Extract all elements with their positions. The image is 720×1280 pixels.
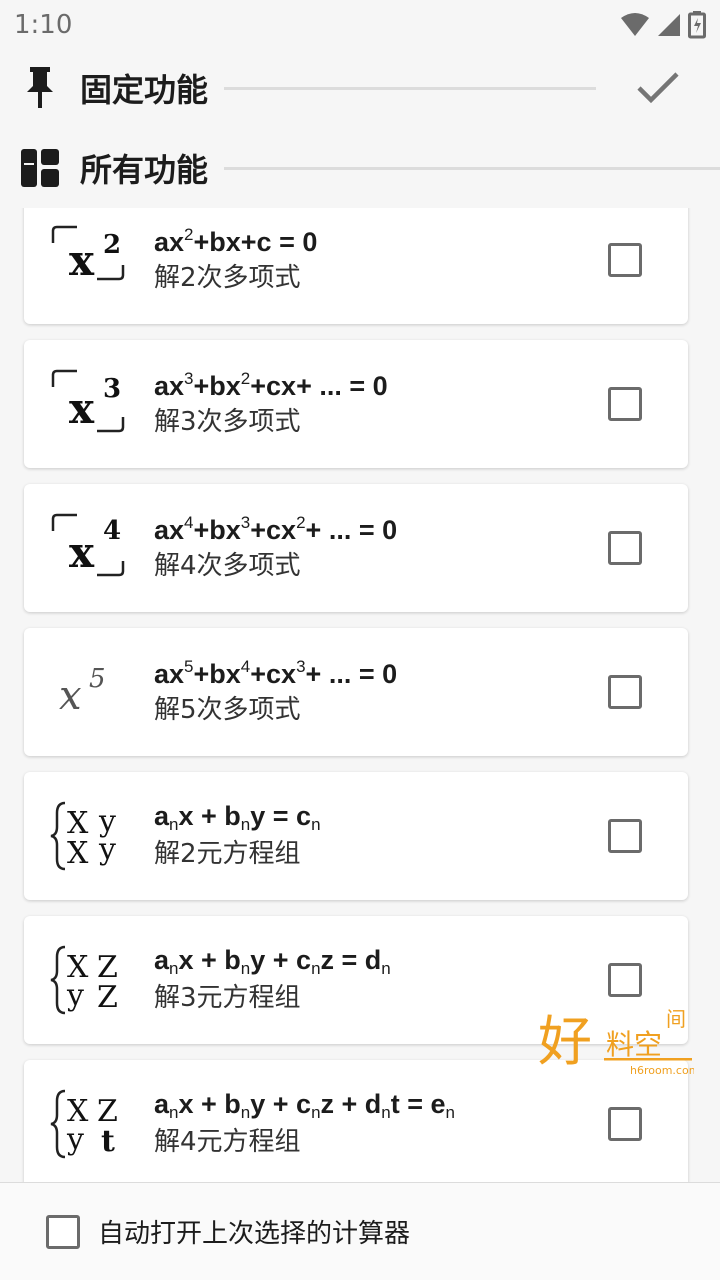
watermark: 好 料空 间 h6room.com — [534, 1004, 699, 1080]
item-checkbox[interactable] — [608, 1107, 642, 1141]
confirm-button[interactable] — [596, 71, 720, 105]
item-checkbox[interactable] — [608, 387, 642, 421]
quadratic-icon: x 2 — [24, 208, 154, 324]
system-4-icon: X Z y t — [24, 1060, 154, 1182]
auto-open-label[interactable]: 自动打开上次选择的计算器 — [98, 1213, 410, 1250]
svg-text:3: 3 — [103, 374, 121, 404]
bottom-bar: 自动打开上次选择的计算器 — [0, 1182, 720, 1280]
svg-text:y: y — [66, 1122, 84, 1157]
watermark-url: h6room.com — [630, 1064, 694, 1077]
all-title: 所有功能 — [80, 151, 209, 189]
watermark-main: 好 — [538, 1010, 592, 1073]
item-checkbox[interactable] — [608, 963, 642, 997]
status-icons — [620, 11, 706, 39]
svg-text:x: x — [69, 384, 95, 433]
svg-text:X: X — [67, 836, 89, 871]
watermark-corner: 间 — [666, 1007, 686, 1031]
signal-icon — [658, 14, 680, 36]
item-desc: 解4元方程组 — [154, 1126, 301, 1157]
list-item[interactable]: x 5 ax5+bx4+cx3+ ... = 0 解5次多项式 — [24, 628, 688, 756]
svg-text:x: x — [59, 673, 82, 719]
item-formula: ax3+bx2+cx+ ... = 0 — [154, 369, 388, 402]
list-item[interactable]: x 3 ax3+bx2+cx+ ... = 0 解3次多项式 — [24, 340, 688, 468]
svg-text:y: y — [66, 978, 84, 1013]
svg-text:x: x — [69, 528, 95, 577]
status-bar: 1:10 — [0, 0, 720, 50]
item-formula: anx + bny + cnz + dnt = en — [154, 1089, 456, 1123]
all-divider — [224, 166, 720, 170]
quintic-icon: x 5 — [24, 628, 154, 756]
system-3-icon: X Z y Z — [24, 916, 154, 1044]
item-checkbox[interactable] — [608, 675, 642, 709]
svg-text:4: 4 — [103, 516, 121, 546]
item-formula: ax2+bx+c = 0 — [154, 225, 318, 258]
pinned-title: 固定功能 — [80, 71, 209, 109]
item-desc: 解2次多项式 — [154, 262, 301, 293]
system-2-icon: X y X y — [24, 772, 154, 900]
item-formula: ax4+bx3+cx2+ ... = 0 — [154, 513, 398, 546]
list-item[interactable]: X y X y anx + bny = cn 解2元方程组 — [24, 772, 688, 900]
item-desc: 解2元方程组 — [154, 838, 301, 869]
item-desc: 解5次多项式 — [154, 694, 301, 725]
svg-text:y: y — [98, 832, 116, 867]
check-icon — [637, 72, 679, 104]
auto-open-checkbox[interactable] — [46, 1214, 80, 1249]
dashboard-icon — [0, 149, 80, 187]
quartic-icon: x 4 — [24, 484, 154, 612]
item-checkbox[interactable] — [608, 531, 642, 565]
watermark-sub: 料空 — [606, 1028, 662, 1061]
item-formula: anx + bny = cn — [154, 801, 321, 835]
pin-icon — [0, 67, 80, 109]
battery-icon — [688, 11, 706, 39]
svg-text:Z: Z — [97, 980, 118, 1015]
svg-text:x: x — [69, 236, 95, 285]
item-checkbox[interactable] — [608, 819, 642, 853]
item-desc: 解3次多项式 — [154, 406, 301, 437]
svg-text:5: 5 — [89, 664, 106, 694]
wifi-icon — [621, 13, 649, 36]
all-header: 所有功能 — [0, 132, 720, 204]
list-item[interactable]: x 2 ax2+bx+c = 0 解2次多项式 — [24, 208, 688, 324]
svg-text:2: 2 — [103, 230, 121, 260]
item-desc: 解4次多项式 — [154, 550, 301, 581]
pinned-divider — [224, 86, 596, 90]
item-checkbox[interactable] — [608, 243, 642, 277]
status-time: 1:10 — [14, 10, 73, 40]
item-formula: anx + bny + cnz = dn — [154, 945, 391, 979]
item-formula: ax5+bx4+cx3+ ... = 0 — [154, 657, 398, 690]
svg-text:t: t — [101, 1124, 115, 1159]
pinned-header: 固定功能 — [0, 52, 720, 124]
list-item[interactable]: x 4 ax4+bx3+cx2+ ... = 0 解4次多项式 — [24, 484, 688, 612]
cubic-icon: x 3 — [24, 340, 154, 468]
